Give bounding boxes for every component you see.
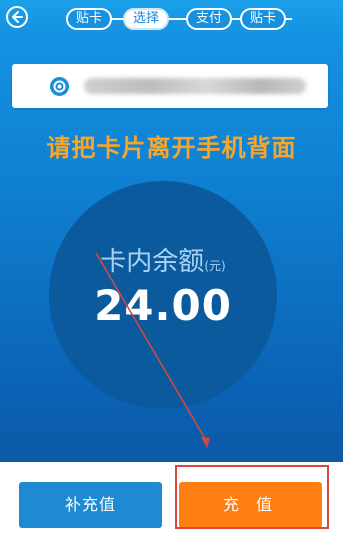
card-logo-icon — [50, 77, 69, 96]
top-bar: 贴卡 选择 支付 贴卡 — [0, 0, 343, 38]
step-select: 选择 — [123, 8, 169, 30]
balance-amount: 24.00 — [94, 281, 232, 330]
step-tap-card: 贴卡 — [66, 8, 112, 30]
balance-unit: (元) — [204, 259, 226, 273]
back-arrow-icon — [12, 11, 23, 23]
app-screen: 贴卡 选择 支付 贴卡 •••• •••• •••• •••• 请把卡片离开手机… — [0, 0, 343, 546]
annotation-highlight-box — [175, 465, 329, 529]
progress-steps: 贴卡 选择 支付 贴卡 — [66, 8, 302, 30]
balance-label-text: 卡内余额 — [100, 247, 205, 277]
supplement-recharge-button[interactable]: 补充值 — [19, 482, 162, 528]
balance-circle: 卡内余额(元) 24.00 — [49, 181, 277, 409]
back-button[interactable] — [6, 6, 28, 28]
card-info-bar: •••• •••• •••• •••• — [12, 64, 328, 108]
remove-card-instruction: 请把卡片离开手机背面 — [46, 134, 297, 162]
card-number-masked: •••• •••• •••• •••• — [84, 78, 306, 94]
step-tap-card-again: 贴卡 — [240, 8, 286, 30]
step-pay: 支付 — [186, 8, 232, 30]
balance-label: 卡内余额(元) — [49, 241, 277, 278]
